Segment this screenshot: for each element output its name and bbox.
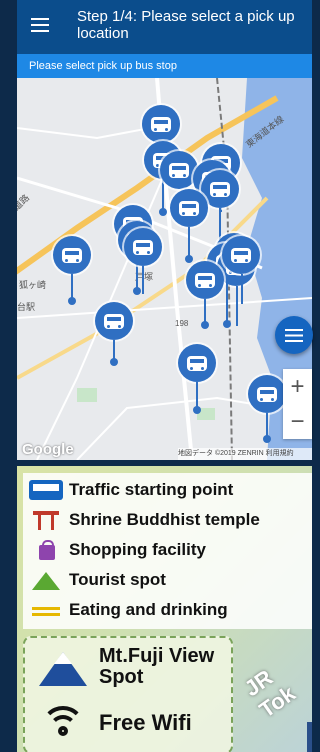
bus-stop-pin[interactable]: [95, 302, 133, 340]
menu-icon[interactable]: [31, 18, 49, 34]
bus-icon: [62, 247, 82, 263]
map-attribution[interactable]: 地図データ ©2019 ZENRIN 利用規約: [178, 448, 312, 460]
bus-icon: [151, 116, 171, 132]
bus-icon: [29, 480, 63, 500]
map-legend-image: JR Tok Traffic starting point Shrine Bud…: [17, 466, 312, 752]
bus-stop-pin[interactable]: [142, 105, 180, 143]
legend-item-shopping: Shopping facility: [29, 538, 206, 562]
bus-icon: [169, 162, 189, 178]
bus-icon: [210, 181, 230, 197]
bus-stop-pin[interactable]: [170, 189, 208, 227]
map-view[interactable]: 東海道本線 198 戸塚 狐ヶ崎 台駅 道路 Google: [17, 78, 312, 460]
mt-fuji-icon: [39, 650, 87, 686]
bus-icon: [133, 239, 153, 255]
list-view-button[interactable]: [275, 316, 313, 354]
mountain-icon: [29, 570, 63, 590]
zoom-controls: + −: [283, 369, 312, 439]
instruction-bar: Please select pick up bus stop: [17, 54, 312, 78]
torii-icon: [29, 510, 63, 530]
bus-stop-pin[interactable]: [222, 236, 260, 274]
bus-stop-pin[interactable]: [178, 344, 216, 382]
legend-panel: Traffic starting point Shrine Buddhist t…: [23, 473, 312, 629]
bus-icon: [104, 313, 124, 329]
utensils-icon: [29, 600, 63, 620]
legend-item-shrine: Shrine Buddhist temple: [29, 508, 260, 532]
bus-icon: [195, 272, 215, 288]
bus-stop-pin[interactable]: [248, 375, 286, 413]
legend-item-traffic: Traffic starting point: [29, 478, 233, 502]
road-number-label: 198: [175, 319, 189, 328]
bus-stop-pin[interactable]: [53, 236, 91, 274]
legend-item-eating: Eating and drinking: [29, 598, 228, 622]
shopping-bag-icon: [29, 540, 63, 560]
corner-badge: P: [307, 722, 312, 752]
zoom-out-button[interactable]: −: [283, 404, 312, 439]
area-label-2: 台駅: [17, 301, 35, 312]
app-header: Step 1/4: Please select a pick up locati…: [17, 0, 312, 54]
wifi-label: Free Wifi: [99, 710, 192, 735]
page-title: Step 1/4: Please select a pick up locati…: [77, 8, 295, 42]
area-label-1: 狐ヶ崎: [19, 279, 46, 290]
google-logo: Google: [22, 441, 74, 458]
legend-special-panel: Mt.Fuji View Spot Free Wifi: [23, 636, 233, 752]
legend-item-tourist: Tourist spot: [29, 568, 166, 592]
bus-stop-pin[interactable]: [160, 151, 198, 189]
bus-icon: [187, 355, 207, 371]
app-frame: Step 1/4: Please select a pick up locati…: [0, 0, 313, 752]
bus-icon: [257, 386, 277, 402]
fuji-label: Mt.Fuji View Spot: [99, 645, 215, 688]
zoom-in-button[interactable]: +: [283, 369, 312, 404]
bus-stop-pin[interactable]: [186, 261, 224, 299]
bus-icon: [231, 247, 251, 263]
bus-stop-pin[interactable]: [124, 228, 162, 266]
road-label: JR Tok: [239, 664, 300, 723]
list-icon: [285, 328, 303, 342]
wifi-icon: [41, 706, 85, 738]
instruction-text: Please select pick up bus stop: [29, 60, 177, 72]
bus-icon: [179, 200, 199, 216]
